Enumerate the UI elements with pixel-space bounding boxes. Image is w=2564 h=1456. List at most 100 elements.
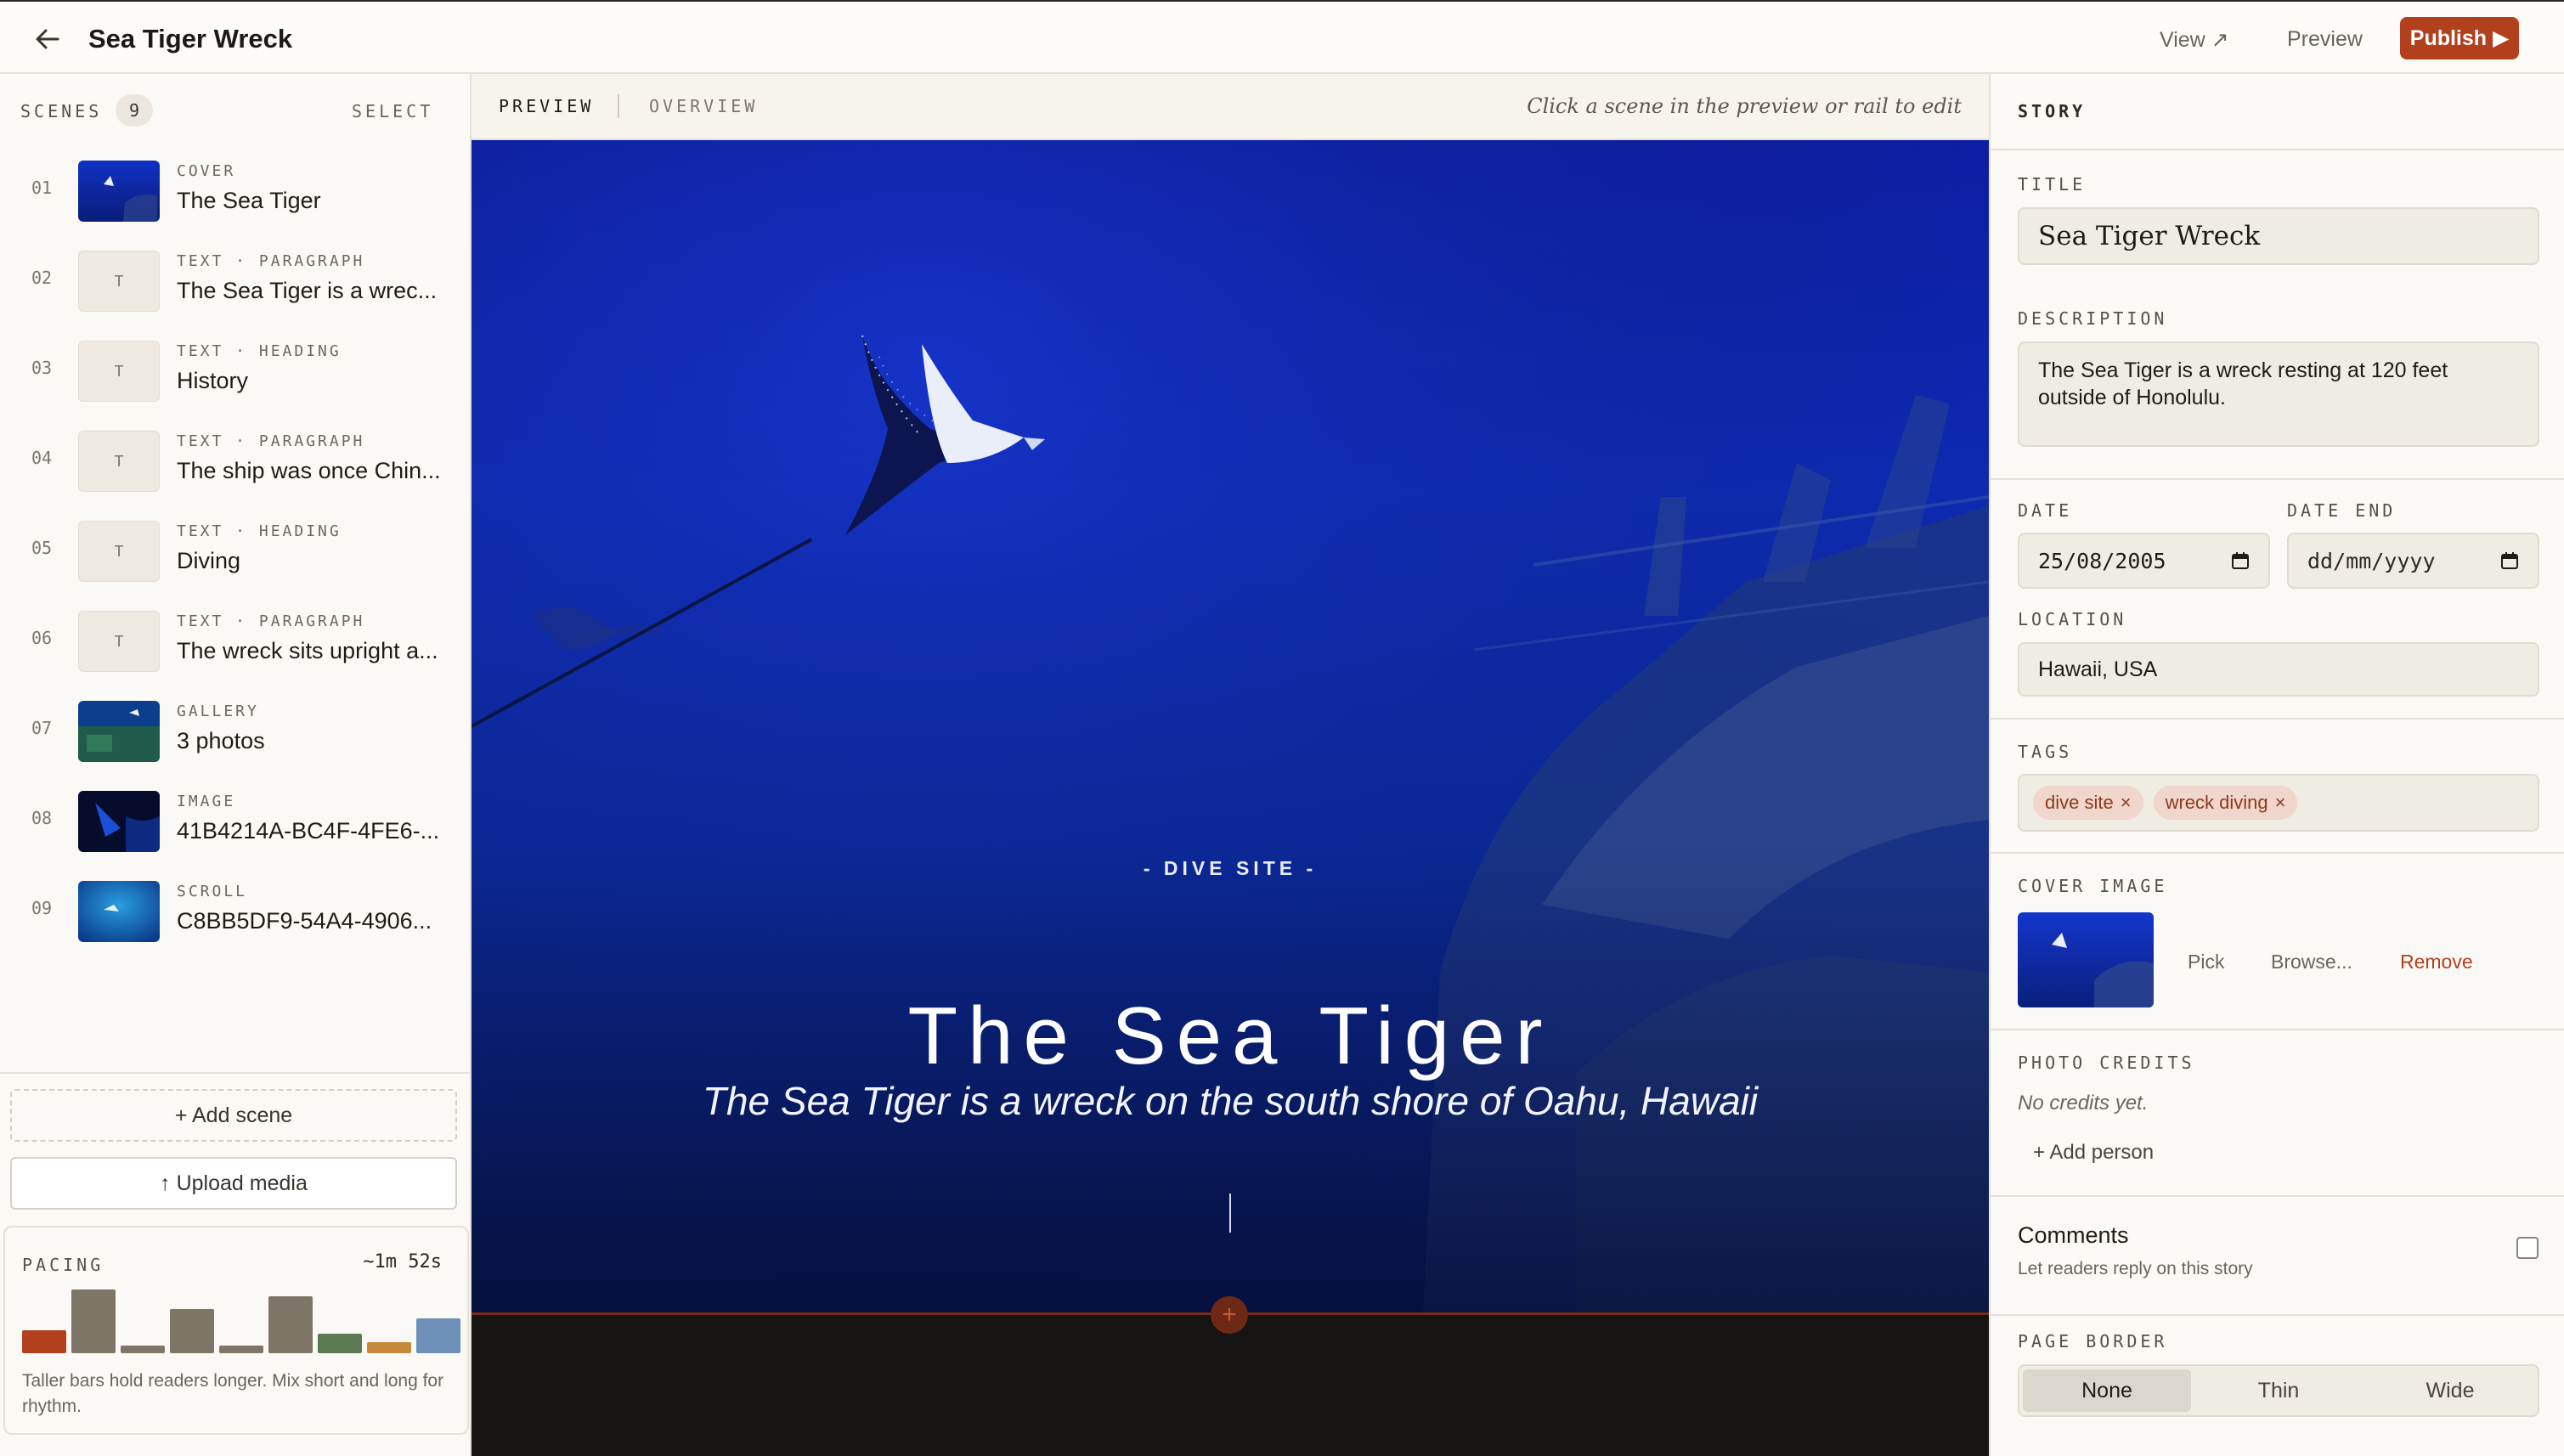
description-textarea[interactable]: The Sea Tiger is a wreck resting at 120 … [2018, 341, 2539, 447]
back-arrow-icon[interactable] [31, 22, 65, 56]
date-field[interactable]: 25/08/2005 [2018, 533, 2270, 589]
tags-label: TAGS [2018, 742, 2073, 762]
scene-item[interactable]: 02 T TEXT · PARAGRAPH The Sea Tiger is a… [0, 237, 470, 322]
border-option-wide[interactable]: Wide [2366, 1369, 2534, 1412]
scene-type: GALLERY [177, 703, 259, 720]
comments-checkbox[interactable] [2516, 1237, 2539, 1259]
preview-button[interactable]: Preview [2287, 27, 2363, 52]
pacing-bar [170, 1309, 214, 1353]
divider [1991, 1314, 2564, 1316]
scene-item[interactable]: 05 T TEXT · HEADING Diving [0, 507, 470, 592]
credits-empty-text: No credits yet. [2018, 1092, 2149, 1115]
select-button[interactable]: SELECT [352, 101, 433, 121]
divider [0, 1072, 470, 1074]
preview-area: PREVIEW OVERVIEW Click a scene in the pr… [472, 74, 1989, 1456]
scene-type: TEXT · PARAGRAPH [177, 612, 365, 630]
scene-title: The ship was once Chin... [177, 458, 441, 483]
pick-cover-button[interactable]: Pick [2188, 951, 2224, 973]
publish-button[interactable]: Publish ▶ [2400, 17, 2519, 59]
cover-image-thumbnail[interactable] [2018, 912, 2154, 1007]
text-scene-icon: T [78, 251, 160, 312]
tags-input[interactable]: dive site × wreck diving × [2018, 774, 2539, 832]
title-input[interactable]: Sea Tiger Wreck [2018, 207, 2539, 265]
scene-item[interactable]: 07 GALLERY 3 photos [0, 687, 470, 772]
pacing-bar [268, 1296, 313, 1353]
scroll-indicator [1229, 1194, 1231, 1233]
pacing-help-text: Taller bars hold readers longer. Mix sho… [22, 1371, 444, 1416]
scene-type: TEXT · HEADING [177, 342, 342, 360]
remove-tag-icon[interactable]: × [2275, 792, 2286, 814]
scene-item[interactable]: 04 T TEXT · PARAGRAPH The ship was once … [0, 417, 470, 502]
pacing-bar [219, 1346, 263, 1353]
tag-label: wreck diving [2165, 792, 2268, 813]
scene-type: TEXT · PARAGRAPH [177, 432, 365, 450]
pacing-bar [318, 1334, 362, 1353]
calendar-icon[interactable] [2231, 551, 2250, 570]
calendar-icon[interactable] [2500, 551, 2519, 570]
story-title: Sea Tiger Wreck [88, 24, 293, 54]
title-label: TITLE [2018, 174, 2087, 195]
view-link[interactable]: View ↗ [2160, 27, 2229, 53]
scene-item[interactable]: 03 T TEXT · HEADING History [0, 327, 470, 412]
location-input[interactable]: Hawaii, USA [2018, 642, 2539, 697]
cover-title: The Sea Tiger [907, 990, 1553, 1081]
add-person-button[interactable]: + Add person [2033, 1141, 2154, 1165]
top-bar: Sea Tiger Wreck View ↗ Preview Publish ▶ [0, 0, 2564, 74]
text-scene-icon: T [78, 341, 160, 402]
scene-title: The Sea Tiger [177, 188, 321, 213]
add-scene-button[interactable]: + Add scene [10, 1089, 457, 1142]
scene-number: 09 [31, 898, 53, 918]
scene-type: TEXT · PARAGRAPH [177, 252, 365, 270]
cover-kicker: - DIVE SITE - [1143, 857, 1318, 879]
cover-image-label: COVER IMAGE [2018, 876, 2168, 896]
scene-type: COVER [177, 162, 236, 180]
cover-subtitle: The Sea Tiger is a wreck on the south sh… [702, 1079, 1759, 1123]
cover-scene-preview[interactable]: - DIVE SITE - The Sea Tiger The Sea Tige… [472, 140, 1989, 1312]
scene-number: 05 [31, 538, 53, 558]
text-scene-icon: T [78, 611, 160, 672]
insert-scene-icon[interactable]: + [1211, 1296, 1248, 1334]
tab-overview[interactable]: OVERVIEW [649, 96, 758, 116]
remove-cover-button[interactable]: Remove [2400, 951, 2473, 973]
pacing-bar [416, 1318, 460, 1353]
scene-title: 3 photos [177, 728, 265, 753]
story-settings-panel: STORY TITLE Sea Tiger Wreck DESCRIPTION … [1989, 74, 2564, 1456]
scene-item[interactable]: 08 IMAGE 41B4214A-BC4F-4FE6-... [0, 777, 470, 862]
scene-thumbnail [78, 701, 160, 762]
scene-title: History [177, 368, 249, 393]
scene-title: The Sea Tiger is a wrec... [177, 278, 438, 303]
tag-chip[interactable]: wreck diving × [2153, 786, 2298, 820]
photo-credits-label: PHOTO CREDITS [2018, 1052, 2195, 1073]
scene-title: C8BB5DF9-54A4-4906... [177, 908, 432, 934]
date-end-field[interactable]: dd/mm/yyyy [2287, 533, 2539, 589]
border-option-none[interactable]: None [2023, 1369, 2191, 1412]
date-end-value: dd/mm/yyyy [2307, 548, 2436, 573]
edit-hint: Click a scene in the preview or rail to … [1527, 94, 1962, 118]
upload-media-button[interactable]: ↑ Upload media [10, 1157, 457, 1210]
tag-chip[interactable]: dive site × [2033, 786, 2143, 820]
scene-number: 02 [31, 268, 53, 288]
scene-item[interactable]: 01 COVER The Sea Tiger [0, 147, 470, 232]
scenes-rail: SCENES 9 SELECT 01 COVER The Sea Tiger 0… [0, 74, 472, 1456]
scenes-count-badge: 9 [116, 94, 153, 127]
view-tabs: PREVIEW OVERVIEW Click a scene in the pr… [472, 74, 1989, 140]
scene-thumbnail [78, 881, 160, 942]
scenes-heading: SCENES [20, 101, 103, 121]
remove-tag-icon[interactable]: × [2121, 792, 2132, 814]
comments-description: Let readers reply on this story [2018, 1259, 2253, 1278]
comments-title: Comments [2018, 1222, 2129, 1248]
scene-number: 08 [31, 808, 53, 828]
text-scene-icon: T [78, 521, 160, 582]
scene-item[interactable]: 06 T TEXT · PARAGRAPH The wreck sits upr… [0, 597, 470, 682]
divider [1991, 852, 2564, 854]
browse-cover-button[interactable]: Browse... [2271, 951, 2352, 973]
tab-preview[interactable]: PREVIEW [499, 96, 594, 116]
border-option-thin[interactable]: Thin [2194, 1369, 2363, 1412]
scene-type: IMAGE [177, 793, 236, 810]
scene-type: SCROLL [177, 883, 248, 900]
scene-item[interactable]: 09 SCROLL C8BB5DF9-54A4-4906... [0, 867, 470, 952]
scene-thumbnail [78, 161, 160, 222]
location-label: LOCATION [2018, 609, 2127, 629]
date-label: DATE [2018, 500, 2073, 521]
pacing-bar [121, 1346, 165, 1353]
